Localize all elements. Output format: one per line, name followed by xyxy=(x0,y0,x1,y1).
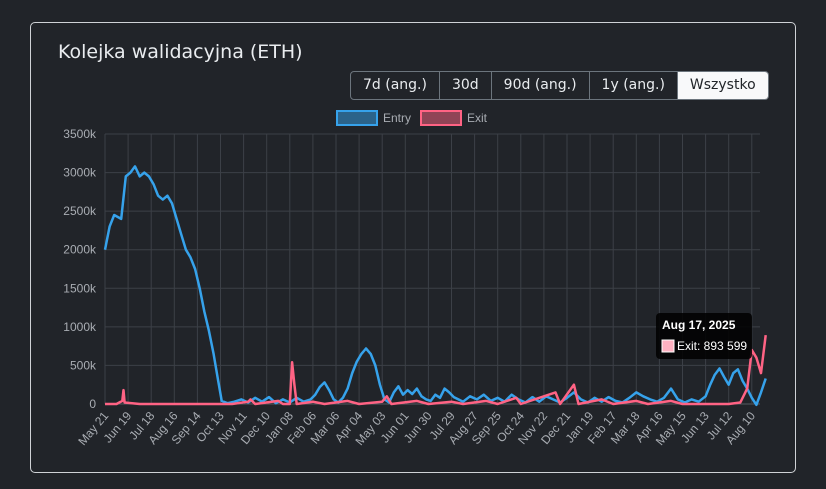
legend-exit-swatch[interactable] xyxy=(420,110,462,126)
tooltip-label: Exit: 893 599 xyxy=(677,339,747,353)
y-tick-label: 2500k xyxy=(63,204,97,218)
queue-line-chart: 0500k1000k1500k2000k2500k3000k3500kMay 2… xyxy=(63,110,767,448)
legend-entry-label[interactable]: Entry xyxy=(383,111,411,125)
y-tick-label: 3500k xyxy=(63,127,97,141)
y-tick-label: 0 xyxy=(89,397,96,411)
y-tick-label: 3000k xyxy=(63,166,97,180)
y-tick-label: 500k xyxy=(70,358,97,372)
y-tick-label: 1000k xyxy=(63,320,97,334)
tooltip-swatch xyxy=(661,339,675,353)
entry-series-line[interactable] xyxy=(103,165,767,407)
legend-entry-swatch[interactable] xyxy=(336,110,378,126)
y-tick-label: 1500k xyxy=(63,281,97,295)
legend-exit-label[interactable]: Exit xyxy=(467,111,488,125)
y-tick-label: 2000k xyxy=(63,243,97,257)
tooltip-title: Aug 17, 2025 xyxy=(662,318,736,332)
